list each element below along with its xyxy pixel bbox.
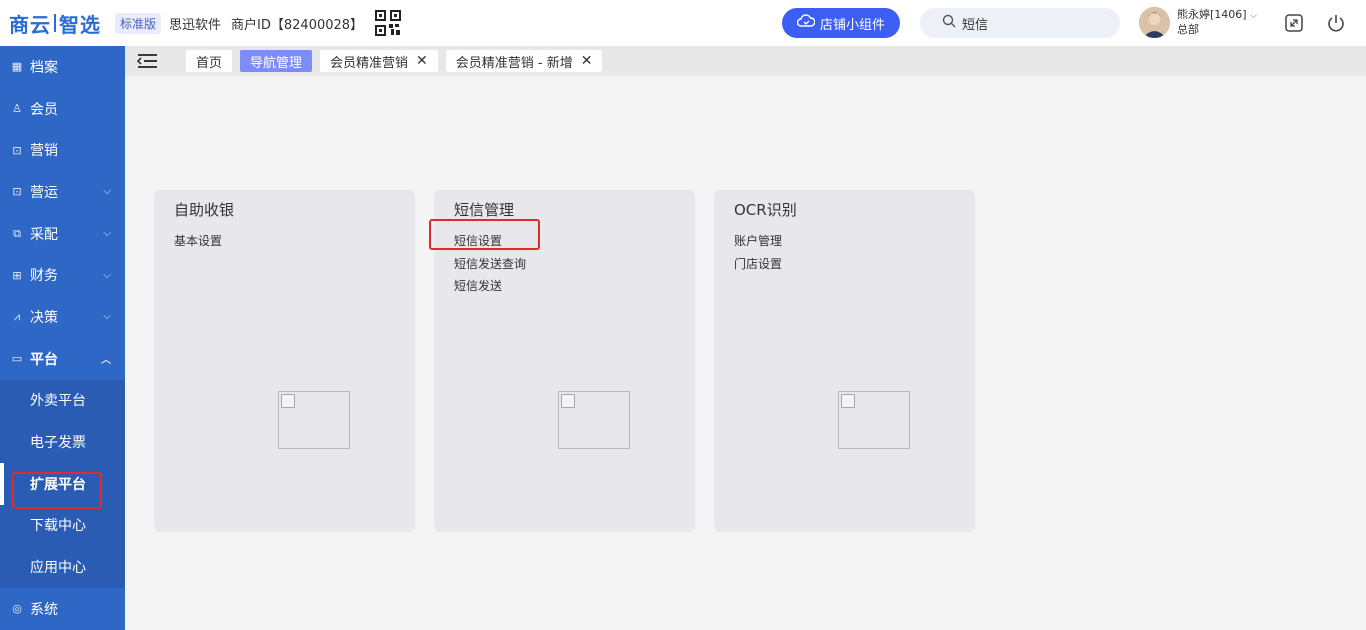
sidebar-subitem-label: 外卖平台 — [30, 393, 86, 410]
user-info: 熊永婷[1406] ⌵ 总部 — [1177, 8, 1257, 37]
sidebar-item-procurement[interactable]: ⧉ 采配 ⌵ — [0, 213, 125, 255]
card-title: 自助收银 — [174, 201, 235, 219]
power-icon[interactable] — [1326, 13, 1346, 33]
sidebar-item-label: 采配 — [30, 226, 58, 243]
sidebar-item-decision[interactable]: ⩘ 决策 ⌵ — [0, 296, 125, 338]
sidebar-subitem-label: 应用中心 — [30, 560, 86, 577]
tab-label: 会员精准营销 — [330, 55, 409, 71]
search-box[interactable] — [920, 8, 1120, 38]
sidebar-item-archive[interactable]: ▦ 档案 — [0, 46, 125, 88]
sidebar-item-label: 系统 — [30, 601, 58, 618]
card-link[interactable]: 短信发送查询 — [454, 253, 675, 276]
tab-bar: 首页 导航管理 会员精准营销 ✕ 会员精准营销 - 新增 ✕ — [125, 46, 1366, 76]
sidebar-item-platform[interactable]: ▭ 平台 ︿ — [0, 338, 125, 380]
gift-icon: ⊡ — [12, 143, 22, 157]
sidebar-item-label: 财务 — [30, 268, 58, 285]
edition-badge: 标准版 — [115, 12, 162, 34]
sidebar-item-label: 营销 — [30, 143, 58, 160]
sidebar-subitem-einvoice[interactable]: 电子发票 — [0, 421, 125, 463]
sidebar-item-label: 档案 — [30, 59, 58, 76]
qr-code-icon[interactable] — [375, 10, 402, 36]
sidebar-subitem-takeout[interactable]: 外卖平台 — [0, 380, 125, 422]
logo-right: 智选 — [59, 12, 101, 37]
card-title: 短信管理 — [454, 201, 515, 219]
tab-label: 导航管理 — [250, 55, 303, 71]
chevron-down-icon: ⌵ — [1250, 11, 1257, 21]
archive-icon: ▦ — [11, 60, 23, 74]
user-dept: 总部 — [1177, 23, 1199, 36]
sidebar-subitem-apps[interactable]: 应用中心 — [0, 546, 125, 588]
logo[interactable]: 商云 智选 — [9, 9, 101, 38]
search-input[interactable] — [962, 15, 1112, 31]
logo-separator — [54, 14, 56, 32]
top-header: 商云 智选 标准版 思迅软件 商户ID【82400028】 店铺小组件 短信 熊… — [0, 0, 1366, 46]
card-link[interactable]: 短信发送 — [454, 275, 675, 298]
store-widget-button[interactable]: 店铺小组件 — [782, 8, 900, 38]
settings-icon: ◎ — [12, 602, 22, 616]
highlight-box-sms-settings — [429, 219, 540, 250]
close-icon[interactable]: ✕ — [416, 53, 428, 69]
card-link[interactable]: 基本设置 — [174, 230, 395, 253]
tab-member-marketing[interactable]: 会员精准营销 ✕ — [320, 50, 438, 72]
tab-label: 首页 — [196, 55, 223, 71]
close-icon[interactable]: ✕ — [581, 53, 593, 69]
monitor-icon: ▭ — [11, 352, 23, 366]
company-name: 思迅软件 — [169, 17, 222, 33]
shop-icon: ⊡ — [12, 185, 22, 199]
tab-home[interactable]: 首页 — [186, 50, 233, 72]
collapse-menu-icon[interactable] — [136, 53, 158, 69]
card-ocr: OCR识别 账户管理 门店设置 — [714, 190, 975, 532]
tab-member-marketing-new[interactable]: 会员精准营销 - 新增 ✕ — [445, 50, 603, 72]
box-icon: ⧉ — [13, 226, 21, 240]
fullscreen-icon[interactable] — [1284, 13, 1304, 33]
sidebar-item-operations[interactable]: ⊡ 营运 ⌵ — [0, 171, 125, 213]
highlight-box-extension — [12, 472, 102, 509]
sidebar-item-marketing[interactable]: ⊡ 营销 — [0, 129, 125, 171]
broken-image-icon — [278, 391, 350, 449]
tab-nav-management[interactable]: 导航管理 — [240, 50, 313, 72]
money-icon: ⊞ — [12, 268, 22, 282]
chevron-down-icon: ⌵ — [103, 228, 111, 240]
card-link[interactable]: 账户管理 — [734, 230, 955, 253]
broken-image-icon — [838, 391, 910, 449]
sidebar-subitem-label: 电子发票 — [30, 435, 86, 452]
search-icon — [942, 14, 956, 32]
broken-image-icon — [558, 391, 630, 449]
logo-left: 商云 — [9, 12, 51, 37]
card-title: OCR识别 — [734, 201, 797, 219]
avatar — [1139, 7, 1170, 38]
chevron-down-icon: ⌵ — [103, 269, 111, 281]
card-link[interactable]: 门店设置 — [734, 253, 955, 276]
user-icon: ♙ — [12, 102, 22, 116]
chevron-up-icon: ︿ — [101, 355, 111, 367]
merchant-id: 商户ID【82400028】 — [231, 17, 364, 33]
sidebar: ▦ 档案 ♙ 会员 ⊡ 营销 ⊡ 营运 ⌵ ⧉ 采配 ⌵ ⊞ 财务 ⌵ ⩘ 决策… — [0, 46, 125, 630]
sidebar-item-label: 会员 — [30, 101, 58, 118]
sidebar-item-label: 营运 — [30, 184, 58, 201]
store-widget-label: 店铺小组件 — [819, 17, 885, 33]
sidebar-item-label: 平台 — [30, 351, 58, 368]
tab-label: 会员精准营销 - 新增 — [455, 55, 573, 71]
chevron-down-icon: ⌵ — [103, 186, 111, 198]
chart-icon: ⩘ — [13, 309, 21, 323]
sidebar-subitem-download[interactable]: 下载中心 — [0, 505, 125, 547]
sidebar-item-finance[interactable]: ⊞ 财务 ⌵ — [0, 254, 125, 296]
sidebar-item-system[interactable]: ◎ 系统 — [0, 588, 125, 630]
sidebar-subitem-label: 下载中心 — [30, 518, 86, 535]
card-self-checkout: 自助收银 基本设置 — [154, 190, 415, 532]
user-name: 熊永婷[1406] — [1177, 8, 1247, 21]
chevron-down-icon: ⌵ — [103, 311, 111, 323]
sidebar-item-label: 决策 — [30, 309, 58, 326]
cloud-icon — [796, 14, 816, 32]
sidebar-item-member[interactable]: ♙ 会员 — [0, 88, 125, 130]
user-menu[interactable]: 熊永婷[1406] ⌵ 总部 — [1139, 7, 1257, 38]
